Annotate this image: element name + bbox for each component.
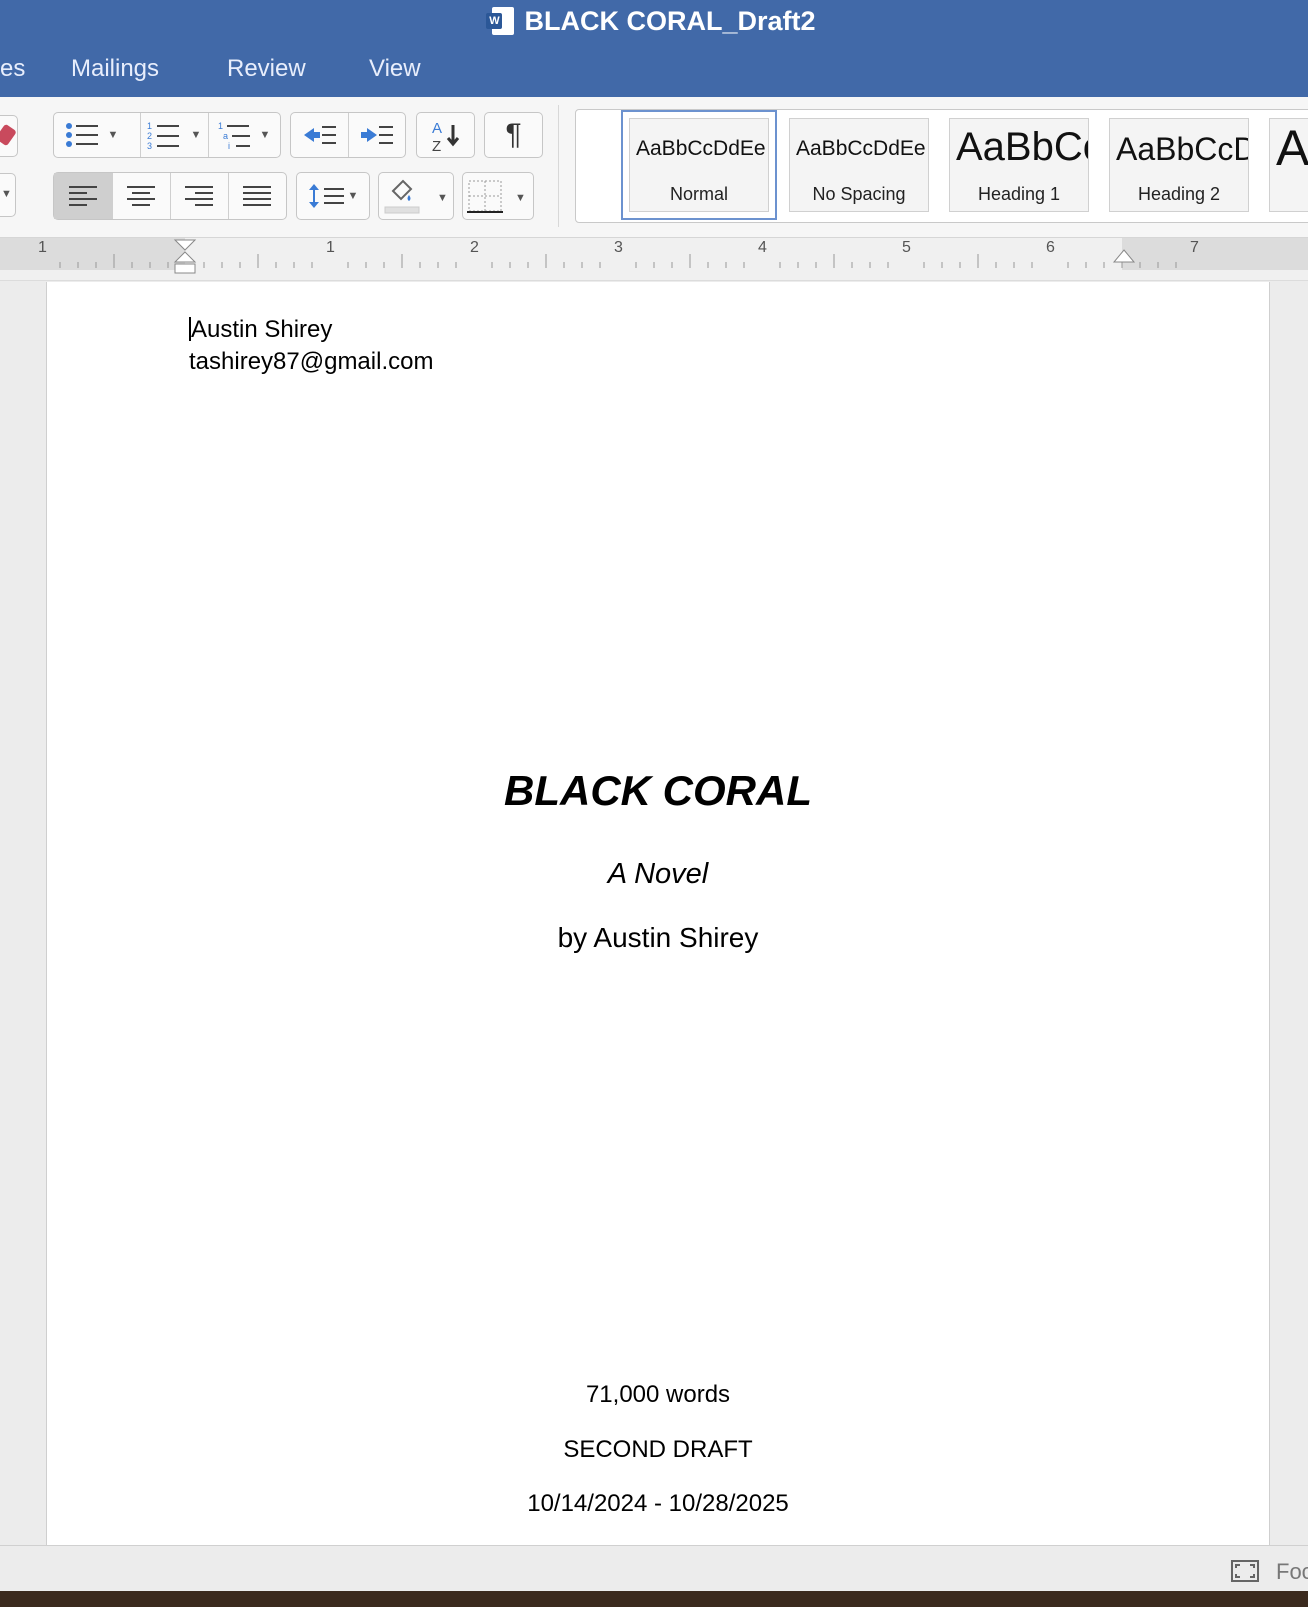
- svg-text:1: 1: [147, 121, 152, 131]
- ruler-label: 1: [326, 239, 335, 256]
- decrease-indent-button[interactable]: [291, 113, 348, 157]
- decrease-indent-icon: [303, 126, 336, 144]
- svg-text:3: 3: [147, 141, 152, 150]
- chevron-down-icon: ▼: [347, 190, 359, 202]
- indent-buttons-group: [290, 112, 406, 158]
- svg-text:Z: Z: [432, 138, 441, 155]
- ruler-label: 3: [614, 239, 623, 256]
- svg-text:2: 2: [147, 131, 152, 141]
- svg-text:i: i: [228, 141, 230, 150]
- numbered-list-icon: 1 2 3: [147, 121, 179, 150]
- multilevel-list-button[interactable]: 1 a i ▼: [208, 113, 280, 157]
- bulleted-list-icon: [65, 123, 98, 147]
- chevron-down-icon: ▼: [1, 188, 12, 200]
- svg-text:▼: ▼: [437, 192, 448, 204]
- ruler-label: 6: [1046, 239, 1055, 256]
- align-center-icon: [127, 186, 155, 206]
- right-indent-marker-icon[interactable]: [1112, 238, 1136, 268]
- svg-text:a: a: [223, 131, 228, 141]
- numbering-button[interactable]: 1 2 3 ▼: [140, 113, 208, 157]
- clear-formatting-button[interactable]: [0, 115, 18, 157]
- desktop-background: [0, 1591, 1308, 1607]
- email-line: tashirey87@gmail.com: [189, 348, 434, 375]
- svg-text:A: A: [432, 120, 442, 137]
- alignment-group: [53, 172, 287, 220]
- sort-button[interactable]: A Z: [416, 112, 475, 158]
- ruler[interactable]: 1 1 2 3 4 5 6 7: [0, 238, 1308, 281]
- draft-label: SECOND DRAFT: [563, 1436, 753, 1463]
- line-spacing-button[interactable]: ▼: [296, 172, 370, 220]
- shading-button[interactable]: ▼: [378, 172, 454, 220]
- chevron-down-icon: ▼: [259, 129, 271, 141]
- increase-indent-button[interactable]: [348, 113, 405, 157]
- pilcrow-icon: ¶: [505, 118, 522, 151]
- sort-icon: A Z: [432, 120, 460, 155]
- focus-button[interactable]: Foc: [1276, 1559, 1308, 1585]
- status-bar: Foc: [0, 1545, 1308, 1592]
- document-title: BLACK CORAL: [504, 767, 812, 814]
- ruler-label: 2: [470, 239, 479, 256]
- window-title: BLACK CORAL_Draft2: [0, 6, 1308, 37]
- align-center-button[interactable]: [112, 173, 170, 219]
- style-title[interactable]: A: [1269, 118, 1308, 212]
- chevron-down-icon: ▼: [107, 129, 119, 141]
- align-right-icon: [185, 186, 213, 206]
- ribbon-tabs: es Mailings Review View: [0, 55, 1308, 91]
- date-range: 10/14/2024 - 10/28/2025: [527, 1490, 789, 1517]
- style-no-spacing[interactable]: AaBbCcDdEe No Spacing: [789, 118, 929, 212]
- document-page[interactable]: Austin Shirey tashirey87@gmail.com BLACK…: [46, 282, 1270, 1545]
- list-buttons-group: ▼ 1 2 3 ▼ 1 a i ▼: [53, 112, 281, 158]
- styles-gallery: AaBbCcDdEe Normal AaBbCcDdEe No Spacing …: [575, 109, 1308, 223]
- fullscreen-icon[interactable]: [1230, 1559, 1260, 1583]
- ribbon: ▼ ▼ 1 2 3 ▼ 1 a i ▼ A Z ¶ ▼ ▼ ▼ AaBbCcDd…: [0, 97, 1308, 238]
- show-formatting-button[interactable]: ¶: [484, 112, 543, 158]
- tab-review[interactable]: Review: [227, 55, 306, 83]
- ruler-label: 5: [902, 239, 911, 256]
- borders-icon: ▼: [467, 180, 526, 213]
- chevron-down-icon: ▼: [190, 129, 202, 141]
- word-count: 71,000 words: [585, 1381, 731, 1408]
- paint-bucket-icon: ▼: [384, 179, 448, 214]
- ruler-label: 1: [38, 239, 47, 256]
- eraser-icon: [0, 123, 17, 147]
- style-heading-2[interactable]: AaBbCcD Heading 2: [1109, 118, 1249, 212]
- byline: by Austin Shirey: [557, 922, 759, 953]
- increase-indent-icon: [360, 126, 393, 144]
- style-normal[interactable]: AaBbCcDdEe Normal: [621, 110, 777, 220]
- multilevel-list-icon: 1 a i: [218, 121, 250, 150]
- align-right-button[interactable]: [170, 173, 228, 219]
- author-line: Austin Shirey: [189, 316, 333, 343]
- justify-button[interactable]: [228, 173, 286, 219]
- ruler-label: 7: [1190, 239, 1199, 256]
- svg-text:▼: ▼: [515, 192, 526, 204]
- font-dropdown-partial[interactable]: ▼: [0, 173, 16, 217]
- justify-icon: [243, 186, 271, 206]
- align-left-icon: [69, 186, 97, 206]
- align-left-button[interactable]: [54, 173, 112, 219]
- tab-references[interactable]: es: [0, 55, 25, 83]
- word-doc-icon: [486, 7, 515, 35]
- tab-mailings[interactable]: Mailings: [71, 55, 159, 83]
- title-bar: BLACK CORAL_Draft2 es Mailings Review Vi…: [0, 0, 1308, 97]
- svg-text:1: 1: [218, 121, 223, 131]
- borders-button[interactable]: ▼: [462, 172, 534, 220]
- bullets-button[interactable]: ▼: [54, 113, 128, 157]
- line-spacing-icon: [308, 184, 344, 208]
- indent-marker-icon[interactable]: [171, 238, 201, 280]
- tab-view[interactable]: View: [369, 55, 421, 83]
- style-heading-1[interactable]: AaBbCc Heading 1: [949, 118, 1089, 212]
- ruler-label: 4: [758, 239, 767, 256]
- document-subtitle: A Novel: [607, 858, 709, 890]
